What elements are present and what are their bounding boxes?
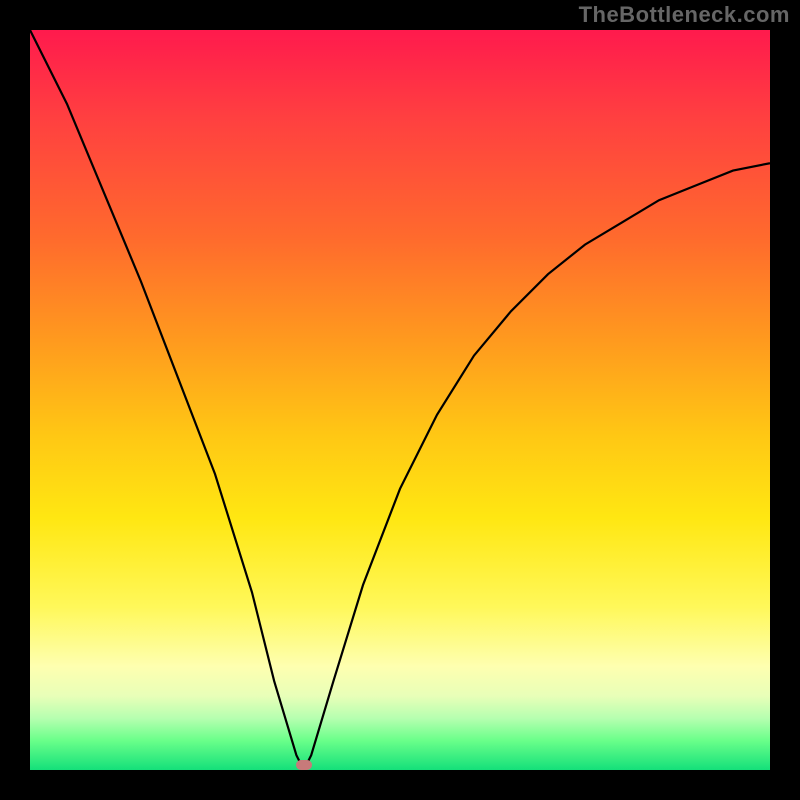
minimum-point-marker [296,760,312,770]
plot-area [30,30,770,770]
curve-path [30,30,770,770]
chart-frame: TheBottleneck.com [0,0,800,800]
bottleneck-curve [30,30,770,770]
watermark-text: TheBottleneck.com [579,2,790,28]
